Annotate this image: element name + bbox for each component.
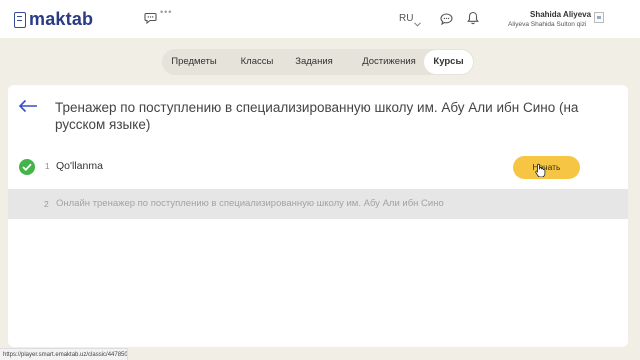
course-card: Тренажер по поступлению в специализирова… [8, 85, 628, 347]
start-button[interactable]: Начать [513, 156, 580, 179]
main-tabs: Предметы Классы Задания Достижения Курсы [162, 49, 474, 75]
language-selector[interactable]: RU [399, 13, 413, 24]
typing-indicator: ••• [160, 7, 173, 17]
tab-courses[interactable]: Курсы [424, 50, 473, 74]
avatar[interactable] [594, 12, 604, 23]
maktab-logo[interactable]: maktab [14, 9, 93, 30]
messages-icon[interactable] [440, 12, 453, 30]
tab-subjects[interactable]: Предметы [162, 49, 226, 75]
logo-text: maktab [29, 9, 94, 29]
tab-classes[interactable]: Классы [230, 49, 284, 75]
chat-bubble-icon[interactable] [144, 11, 157, 29]
lesson-title[interactable]: Онлайн тренажер по поступлению в специал… [56, 198, 444, 209]
hand-cursor-icon [535, 163, 546, 182]
user-name[interactable]: Shahida Aliyeva [530, 10, 591, 19]
tab-achievements[interactable]: Достижения [346, 49, 432, 75]
check-icon [19, 159, 35, 175]
bell-icon[interactable] [467, 11, 479, 30]
lesson-number: 2 [44, 199, 49, 209]
course-title: Тренажер по поступлению в специализирова… [55, 100, 579, 132]
back-arrow-icon[interactable] [18, 99, 38, 118]
tab-assignments[interactable]: Задания [288, 49, 340, 75]
chevron-down-icon[interactable] [414, 14, 421, 32]
user-full-name: Aliyeva Shahida Sulton qizi [508, 21, 587, 28]
logo-icon [14, 11, 26, 28]
lesson-title[interactable]: Qo'llanma [56, 160, 103, 172]
lesson-number: 1 [45, 162, 50, 171]
lesson-row[interactable]: 2 Онлайн тренажер по поступлению в специ… [8, 189, 628, 219]
status-bar-url: https://player.smart.emaktab.uz/classic/… [0, 348, 128, 360]
top-header: maktab ••• RU Shahida Aliyeva Aliyeva Sh… [0, 0, 640, 38]
